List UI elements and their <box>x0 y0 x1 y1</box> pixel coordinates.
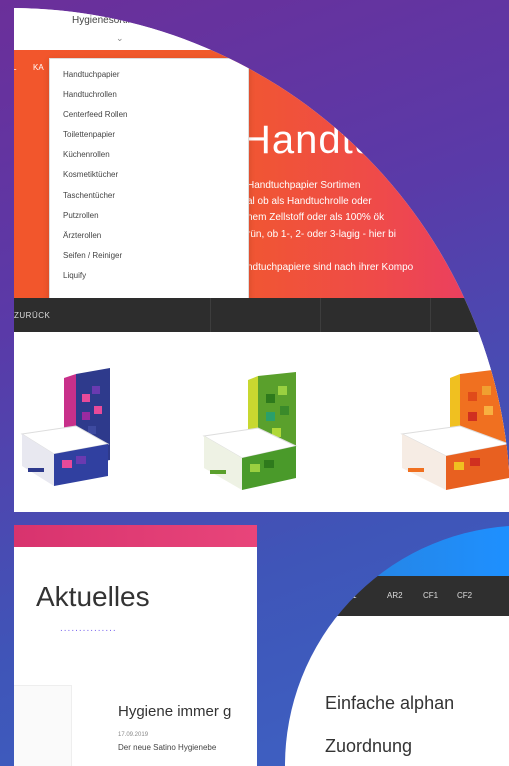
product-grid <box>0 332 509 512</box>
news-header-strip <box>14 525 257 547</box>
article-teaser: Der neue Satino Hygienebe <box>118 743 217 752</box>
menu-item-aerzterollen[interactable]: Ärzterollen <box>50 226 248 246</box>
tab-ar2[interactable]: AR2 <box>387 591 403 600</box>
menu-item-liquify[interactable]: Liquify <box>50 266 248 286</box>
tab-cf2[interactable]: CF2 <box>457 591 472 600</box>
nav-item-l[interactable]: L <box>12 63 16 72</box>
hero-text-line: nem Zellstoff oder als 100% ök <box>247 212 385 223</box>
hero-text-line: Handtuchpapier Sortimen <box>247 180 361 191</box>
menu-item-putzrollen[interactable]: Putzrollen <box>50 206 248 226</box>
category-dropdown-menu: Handtuchpapier Handtuchrollen Centerfeed… <box>49 58 249 300</box>
hero-title: Handtu <box>242 118 377 162</box>
tab-ar1[interactable]: AR1 <box>341 591 357 600</box>
nav-item-ka[interactable]: KA <box>33 63 44 72</box>
back-link[interactable]: ZURÜCK <box>14 311 50 320</box>
hero-text-line: ndtuchpapiere sind nach ihrer Kompo <box>247 262 414 273</box>
menu-item-toilettenpapier[interactable]: Toilettenpapier <box>50 125 248 145</box>
product-code-panel: AR1 AR2 CF1 CF2 Einfache alphan Zuordnun… <box>285 526 509 766</box>
bar-divider <box>320 298 321 332</box>
product-image <box>200 372 310 497</box>
news-thumbnail[interactable] <box>14 685 72 766</box>
menu-item-centerfeed-rollen[interactable]: Centerfeed Rollen <box>50 105 248 125</box>
heading-divider-dots: ............... <box>60 623 117 634</box>
article-title[interactable]: Hygiene immer g <box>118 703 231 720</box>
article-date: 17.09.2019 <box>118 732 149 738</box>
nav-hygienesortiment[interactable]: Hygienesortir <box>72 15 131 26</box>
menu-item-taschentuecher[interactable]: Taschentücher <box>50 186 248 206</box>
product-card[interactable] <box>200 372 310 497</box>
subnav-bar <box>0 298 509 332</box>
menu-item-seifen-reiniger[interactable]: Seifen / Reiniger <box>50 246 248 266</box>
news-heading: Aktuelles <box>36 581 150 612</box>
section-heading-line2: Zuordnung <box>325 736 413 756</box>
menu-item-handtuchpapier[interactable]: Handtuchpapier <box>50 65 248 85</box>
product-image <box>398 368 509 498</box>
bar-divider <box>210 298 211 332</box>
menu-item-kuechenrollen[interactable]: Küchenrollen <box>50 145 248 165</box>
product-category-panel: Hygienesortir ⌄ L KA Handtu Handtuchpapi… <box>0 0 509 512</box>
chevron-down-icon[interactable]: ⌄ <box>116 33 124 44</box>
product-card[interactable] <box>398 368 509 498</box>
product-card[interactable] <box>18 364 118 494</box>
news-panel: Aktuelles ............... Hygiene immer … <box>14 525 257 766</box>
bar-divider <box>430 298 431 332</box>
product-image <box>18 364 118 494</box>
menu-item-handtuchrollen[interactable]: Handtuchrollen <box>50 85 248 105</box>
panel3-header <box>285 526 509 576</box>
tab-cf1[interactable]: CF1 <box>423 591 438 600</box>
hero-text-line: al ob als Handtuchrolle oder <box>247 196 372 207</box>
section-heading-line1: Einfache alphan <box>325 693 455 713</box>
menu-item-kosmetiktuecher[interactable]: Kosmetiktücher <box>50 165 248 185</box>
hero-text-line: rün, ob 1-, 2- oder 3-lagig - hier bi <box>247 229 396 240</box>
